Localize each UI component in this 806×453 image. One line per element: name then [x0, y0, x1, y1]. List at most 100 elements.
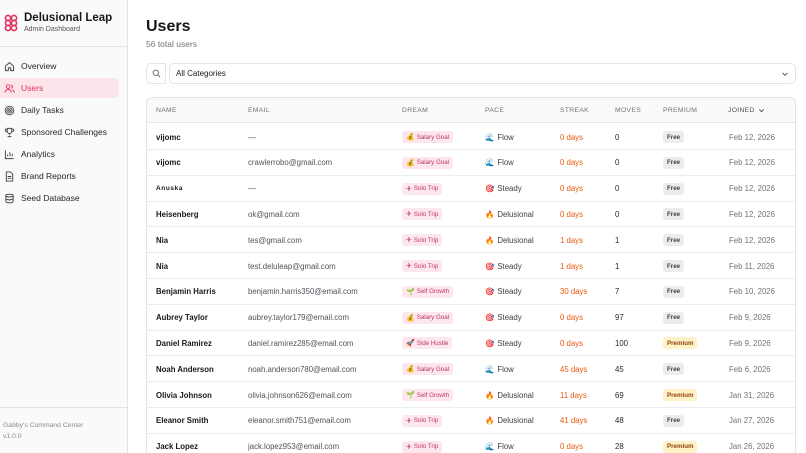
column-header-email[interactable]: Email	[248, 107, 270, 114]
brand[interactable]: Delusional Leap Admin Dashboard	[4, 12, 112, 35]
table-row[interactable]: Heisenberg ok@gmail.com ✈ Solo Trip 🔥 Delusio…	[147, 201, 795, 228]
cell-dream: ✈ Solo Trip	[402, 227, 443, 253]
cell-joined: Feb 10, 2026	[729, 287, 775, 297]
tier-badge: Premium	[663, 389, 698, 401]
table-row[interactable]: Aubrey Taylor aubrey.taylor179@email.com 💰…	[147, 305, 795, 331]
dream-label: Solo Trip	[413, 210, 439, 218]
cell-name: vijomc	[156, 132, 181, 142]
cell-joined: Feb 12, 2026	[729, 235, 775, 245]
cell-joined: Feb 12, 2026	[729, 158, 775, 168]
column-header-premium[interactable]: Premium	[663, 107, 697, 114]
cell-streak: 0 days	[560, 209, 583, 219]
cell-premium: Free	[663, 176, 685, 202]
dream-label: Solo Trip	[413, 417, 439, 425]
main-content: Users 56 total users All Categories Name…	[129, 0, 806, 453]
dream-badge: ✈ Solo Trip	[402, 234, 443, 247]
table-row[interactable]: Noah Anderson noah.anderson780@email.com 💰…	[147, 356, 795, 383]
table-row[interactable]: vijomc crawlerrobo@gmail.com 💰 Salary Goal 🌊…	[147, 150, 795, 176]
sidebar-item-label: Analytics	[21, 149, 56, 159]
cell-pace: 🌊 Flow	[485, 124, 514, 150]
sidebar-item-seed-database[interactable]: Seed Database	[0, 188, 119, 208]
dream-badge: ✈ Solo Trip	[402, 208, 443, 221]
cell-name: Heisenberg	[156, 209, 199, 219]
target-icon	[4, 105, 15, 115]
cell-dream: 💰 Salary Goal	[402, 356, 454, 382]
cell-dream: 💰 Salary Goal	[402, 124, 454, 150]
cell-streak: 45 days	[560, 364, 588, 374]
sidebar: Delusional Leap Admin Dashboard Overview…	[0, 0, 128, 453]
table-row[interactable]: Benjamin Harris benjamin.harris350@email.…	[147, 279, 795, 305]
column-header-name[interactable]: Name	[156, 107, 177, 114]
cell-pace: 🔥 Delusional	[485, 382, 534, 408]
table-row[interactable]: vijomc — 💰 Salary Goal 🌊 Flow 0 days 0 Free Feb 1…	[147, 124, 795, 150]
column-header-pace[interactable]: Pace	[485, 107, 504, 114]
pace-label: Steady	[497, 287, 522, 297]
cell-moves: 0	[615, 184, 620, 194]
table-header: Name Email Dream Pace Streak Moves Premi…	[147, 98, 795, 123]
wave-icon: 🌊	[485, 158, 495, 168]
column-header-joined[interactable]: Joined	[728, 107, 765, 114]
footer-version: v1.0.0	[3, 433, 22, 440]
tier-badge: Premium	[663, 440, 698, 453]
table-row[interactable]: Daniel Ramirez daniel.ramirez285@email.co…	[147, 330, 795, 357]
table-row[interactable]: Nia test.deluleap@gmail.com ✈ Solo Trip 🎯 Ste…	[147, 253, 795, 279]
cell-dream: ✈ Solo Trip	[402, 253, 443, 279]
target-icon: 🎯	[485, 313, 495, 323]
page-title: Users	[146, 18, 191, 35]
sidebar-item-label: Seed Database	[21, 193, 80, 203]
cell-premium: Free	[663, 356, 685, 382]
cell-name: Olivia Johnson	[156, 390, 212, 400]
column-header-moves[interactable]: Moves	[615, 107, 641, 114]
target-icon: 🎯	[485, 338, 495, 348]
tier-badge: Premium	[663, 337, 698, 350]
tier-badge: Free	[663, 182, 685, 195]
sidebar-item-sponsored-challenges[interactable]: Sponsored Challenges	[0, 122, 119, 142]
wave-icon: 🌊	[485, 132, 495, 142]
search-button[interactable]	[146, 63, 166, 84]
sidebar-item-analytics[interactable]: Analytics	[0, 144, 119, 164]
cell-dream: 💰 Salary Goal	[402, 305, 454, 331]
sidebar-item-overview[interactable]: Overview	[0, 56, 119, 76]
money-bag-icon: 💰	[406, 314, 415, 322]
cell-joined: Feb 12, 2026	[729, 184, 775, 194]
category-select[interactable]: All Categories	[169, 63, 796, 84]
sidebar-item-label: Users	[21, 83, 44, 93]
cell-premium: Premium	[663, 434, 698, 453]
cell-email: benjamin.harris350@email.com	[248, 287, 358, 297]
users-icon	[4, 83, 15, 93]
cell-premium: Free	[663, 253, 685, 279]
tier-badge: Free	[663, 156, 685, 169]
dream-label: Self Growth	[416, 288, 450, 296]
sidebar-item-brand-reports[interactable]: Brand Reports	[0, 166, 119, 186]
cell-email: ok@gmail.com	[248, 209, 300, 219]
sidebar-divider	[0, 46, 127, 47]
dream-badge: 💰 Salary Goal	[402, 311, 454, 324]
dream-label: Salary Goal	[416, 159, 450, 167]
cell-streak: 1 days	[560, 261, 583, 271]
plane-icon: ✈	[406, 211, 412, 219]
table-row[interactable]: Jack Lopez jack.lopez953@email.com ✈ Solo T…	[147, 434, 795, 453]
pace-label: Flow	[497, 158, 514, 168]
sidebar-item-daily-tasks[interactable]: Daily Tasks	[0, 100, 119, 120]
cell-premium: Free	[663, 227, 685, 253]
cell-moves: 69	[615, 390, 624, 400]
column-header-dream[interactable]: Dream	[402, 107, 428, 114]
sidebar-item-label: Daily Tasks	[21, 105, 64, 115]
plane-icon: ✈	[406, 443, 412, 451]
table-row[interactable]: Anuska — ✈ Solo Trip 🎯 Steady 0 days 0 Free Feb 1…	[147, 176, 795, 202]
sidebar-item-users[interactable]: Users	[0, 78, 119, 98]
cell-email: tes@gmail.com	[248, 235, 302, 245]
cell-dream: ✈ Solo Trip	[402, 176, 443, 202]
table-row[interactable]: Olivia Johnson olivia.johnson626@email.co…	[147, 382, 795, 408]
users-table: Name Email Dream Pace Streak Moves Premi…	[146, 97, 796, 453]
table-row[interactable]: Eleanor Smith eleanor.smith751@email.com ✈…	[147, 408, 795, 434]
cell-moves: 45	[615, 364, 624, 374]
sprout-icon: 🌱	[406, 392, 415, 399]
column-header-streak[interactable]: Streak	[560, 107, 589, 114]
table-row[interactable]: Nia tes@gmail.com ✈ Solo Trip 🔥 Delusional 1 d…	[147, 227, 795, 254]
cell-joined: Jan 31, 2026	[729, 390, 775, 400]
cell-dream: ✈ Solo Trip	[402, 434, 443, 453]
sidebar-footer: Gabby's Command Center v1.0.0	[3, 420, 83, 442]
sidebar-nav: Overview Users Daily Tasks Sponsored Cha…	[0, 56, 127, 210]
cell-dream: 🌱 Self Growth	[402, 382, 454, 408]
